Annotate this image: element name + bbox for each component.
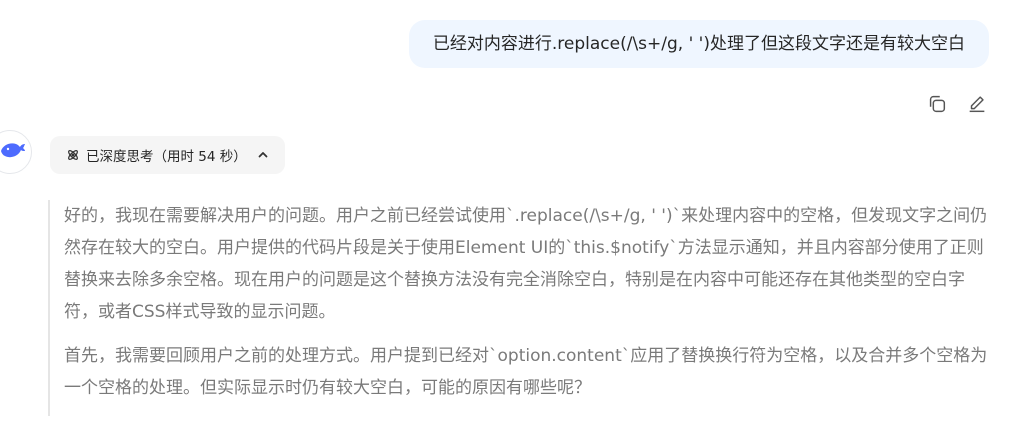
- assistant-avatar: [0, 130, 32, 174]
- copy-icon[interactable]: [925, 92, 949, 116]
- chevron-up-icon: [257, 149, 269, 161]
- edit-icon[interactable]: [965, 92, 989, 116]
- message-actions: [925, 92, 989, 116]
- reasoning-paragraph: 好的，我现在需要解决用户的问题。用户之前已经尝试使用`.replace(/\s+…: [64, 206, 988, 322]
- thinking-label: 已深度思考（用时 54 秒）: [86, 149, 247, 165]
- atom-icon: [66, 148, 80, 162]
- reasoning-content: 好的，我现在需要解决用户的问题。用户之前已经尝试使用`.replace(/\s+…: [48, 200, 996, 416]
- user-message-bubble: 已经对内容进行.replace(/\s+/g, ' ')处理了但这段文字还是有较…: [408, 20, 989, 68]
- whale-logo-icon: [0, 139, 27, 165]
- chat-page: 已经对内容进行.replace(/\s+/g, ' ')处理了但这段文字还是有较…: [0, 0, 1017, 432]
- user-message-text: 已经对内容进行.replace(/\s+/g, ' ')处理了但这段文字还是有较…: [432, 34, 965, 54]
- reasoning-paragraph: 首先，我需要回顾用户之前的处理方式。用户提到已经对`option.content…: [64, 346, 988, 398]
- thinking-toggle[interactable]: 已深度思考（用时 54 秒）: [50, 136, 285, 174]
